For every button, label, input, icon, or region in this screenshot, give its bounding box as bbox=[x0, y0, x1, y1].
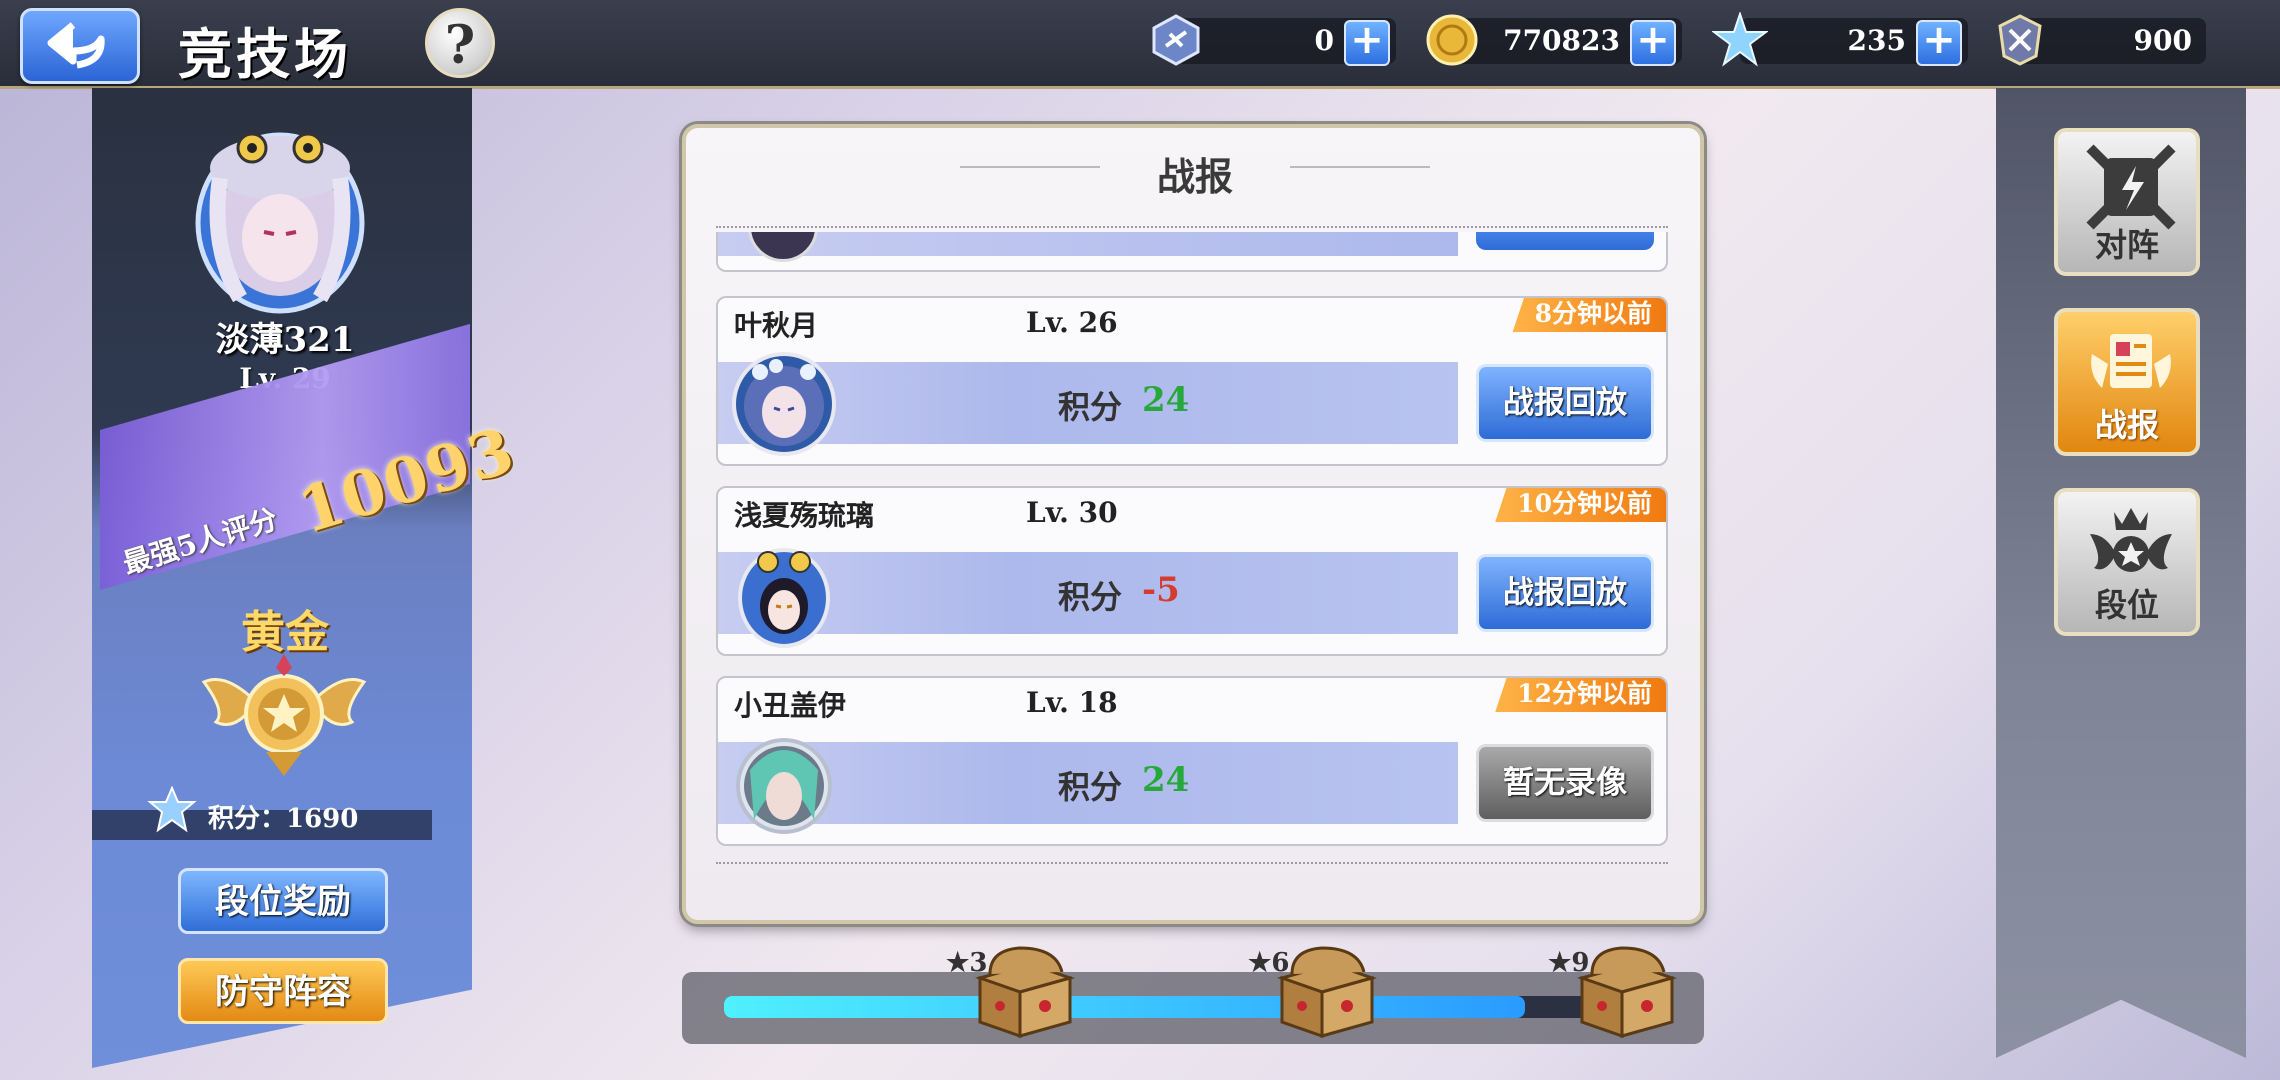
gold-rank-emblem-icon bbox=[201, 654, 367, 776]
rank-name: 黄金 bbox=[241, 607, 329, 658]
add-gold-button[interactable]: + bbox=[1630, 20, 1676, 66]
crossed-swords-icon bbox=[2086, 144, 2176, 230]
divider bbox=[716, 862, 1668, 864]
tab-matchup[interactable]: 对阵 bbox=[2054, 128, 2200, 276]
opponent-avatar[interactable] bbox=[730, 540, 838, 648]
title-ornament-right bbox=[1290, 166, 1430, 168]
tab-rank[interactable]: 段位 bbox=[2054, 488, 2200, 636]
replay-button[interactable]: 战报回放 bbox=[1476, 554, 1654, 632]
opponent-level: Lv. 26 bbox=[1026, 306, 1118, 339]
rank-score: 积分：1690 bbox=[208, 804, 359, 834]
list-item-partial bbox=[716, 232, 1668, 272]
score-change: 24 bbox=[1142, 380, 1190, 420]
panel-title: 战报 bbox=[1156, 154, 1233, 199]
opponent-avatar[interactable] bbox=[730, 730, 838, 838]
resource-value: 0 bbox=[1314, 24, 1334, 57]
crown-wings-icon bbox=[2090, 508, 2172, 572]
resource-arena-medal: 900 bbox=[1998, 14, 2206, 66]
opponent-name: 叶秋月 bbox=[734, 309, 819, 342]
rank-reward-button[interactable]: 段位奖励 bbox=[178, 868, 388, 934]
treasure-chest-icon[interactable] bbox=[1572, 944, 1682, 1040]
back-button[interactable] bbox=[20, 8, 140, 84]
arena-ticket-icon bbox=[1152, 14, 1200, 66]
opponent-level: Lv. 30 bbox=[1026, 496, 1118, 529]
help-button[interactable]: ? bbox=[425, 8, 495, 78]
replay-button[interactable]: 战报回放 bbox=[1476, 364, 1654, 442]
no-replay-button[interactable]: 暂无录像 bbox=[1476, 744, 1654, 822]
resource-value: 770823 bbox=[1503, 24, 1620, 57]
tab-label: 战报 bbox=[2094, 406, 2159, 444]
star-crystal-icon bbox=[1712, 12, 1768, 67]
progress-fill bbox=[724, 996, 1525, 1018]
opponent-level: Lv. 18 bbox=[1026, 686, 1118, 719]
opponent-avatar[interactable] bbox=[730, 350, 838, 458]
score-change: -5 bbox=[1142, 570, 1180, 610]
arena-medal-icon bbox=[1998, 14, 2042, 66]
opponent-name: 浅夏殇琉璃 bbox=[734, 499, 875, 532]
time-badge: 10分钟以前 bbox=[1495, 488, 1666, 522]
resource-arena-ticket: 0 + bbox=[1152, 14, 1396, 66]
resource-gold: 770823 + bbox=[1426, 14, 1682, 66]
score-label: 积分 bbox=[1058, 768, 1123, 806]
resource-star-crystal: 235 + bbox=[1712, 12, 1968, 67]
score-label: 积分 bbox=[1058, 388, 1123, 426]
resource-value: 235 bbox=[1847, 24, 1906, 57]
defense-lineup-button[interactable]: 防守阵容 bbox=[178, 958, 388, 1024]
treasure-chest-icon[interactable] bbox=[970, 944, 1080, 1040]
opponent-name: 小丑盖伊 bbox=[734, 689, 847, 722]
time-badge: 8分钟以前 bbox=[1512, 298, 1666, 332]
tab-label: 对阵 bbox=[2094, 226, 2159, 264]
add-star-crystal-button[interactable]: + bbox=[1916, 20, 1962, 66]
rank-score-icon bbox=[147, 786, 197, 833]
resource-value: 900 bbox=[2133, 24, 2192, 57]
player-avatar[interactable] bbox=[180, 108, 380, 318]
add-arena-ticket-button[interactable]: + bbox=[1344, 20, 1390, 66]
time-badge: 12分钟以前 bbox=[1495, 678, 1666, 712]
back-arrow-icon bbox=[47, 22, 105, 69]
page-title: 竞技场 bbox=[178, 22, 352, 86]
treasure-chest-icon[interactable] bbox=[1272, 944, 1382, 1040]
divider bbox=[716, 226, 1668, 228]
list-item: 叶秋月 Lv. 26 8分钟以前 积分 24 战报回放 bbox=[716, 296, 1668, 466]
report-scroll-icon bbox=[2091, 334, 2171, 388]
tab-battle-report[interactable]: 战报 bbox=[2054, 308, 2200, 456]
list-item: 小丑盖伊 Lv. 18 12分钟以前 积分 24 暂无录像 bbox=[716, 676, 1668, 846]
title-ornament-left bbox=[960, 166, 1100, 168]
score-change: 24 bbox=[1142, 760, 1190, 800]
list-item: 浅夏殇琉璃 Lv. 30 10分钟以前 积分 -5 战报回放 bbox=[716, 486, 1668, 656]
gold-coin-icon bbox=[1426, 14, 1478, 66]
tab-label: 段位 bbox=[2094, 586, 2159, 624]
score-label: 积分 bbox=[1058, 578, 1123, 616]
